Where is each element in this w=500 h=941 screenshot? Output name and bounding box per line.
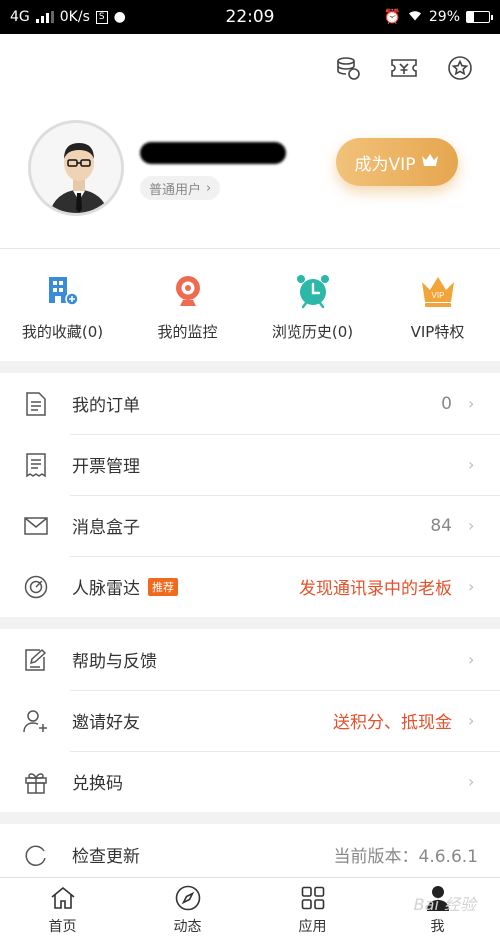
tab-feed[interactable]: 动态 <box>125 878 250 941</box>
quick-monitor[interactable]: 我的监控 <box>128 269 248 342</box>
chevron-right-icon: › <box>468 650 475 669</box>
menu-item-orders[interactable]: 我的订单 0 › <box>0 373 500 434</box>
chevron-right-icon: › <box>468 394 475 413</box>
avatar[interactable] <box>28 120 124 216</box>
menu-item-contact-radar[interactable]: 人脉雷达 推荐 发现通讯录中的老板 › <box>0 556 500 617</box>
tab-home[interactable]: 首页 <box>0 878 125 941</box>
alarm-icon: ⏰ <box>383 9 401 25</box>
grid-icon <box>299 884 327 912</box>
menu-item-invite-friends[interactable]: 邀请好友 送积分、抵现金 › <box>0 690 500 751</box>
network-type: 4G <box>10 9 30 25</box>
menu-item-redeem-code[interactable]: 兑换码 › <box>0 751 500 812</box>
sim-icon: S <box>95 10 108 24</box>
wifi-icon <box>407 8 423 26</box>
coins-icon[interactable] <box>334 54 362 82</box>
profile-header: 普通用户 › 成为VIP <box>0 34 500 249</box>
svg-text:VIP: VIP <box>431 291 444 300</box>
bottom-tab-bar: 首页 动态 应用 我 <box>0 877 500 941</box>
chevron-right-icon: › <box>468 577 475 596</box>
menu-group-system: 检查更新 当前版本：4.6.6.1 <box>0 824 500 885</box>
refresh-icon <box>22 841 50 869</box>
chevron-right-icon: › <box>468 711 475 730</box>
home-icon <box>49 884 77 912</box>
tab-me[interactable]: 我 <box>375 878 500 941</box>
become-vip-button[interactable]: 成为VIP <box>336 138 458 186</box>
chevron-right-icon: › <box>468 772 475 791</box>
user-icon <box>424 884 452 912</box>
ticket-icon[interactable] <box>390 54 418 82</box>
menu-group-account: 我的订单 0 › 开票管理 › 消息盒子 84 › 人脉雷达 推荐 发现通讯录中… <box>0 373 500 617</box>
radar-icon <box>22 573 50 601</box>
quick-history[interactable]: 浏览历史(0) <box>253 269 373 342</box>
crown-icon: VIP <box>378 269 498 313</box>
building-icon <box>3 269 123 313</box>
status-bar: 4G 0K/s S ● 22:09 ⏰ 29% <box>0 0 500 34</box>
chevron-right-icon: › <box>468 516 475 535</box>
star-icon[interactable] <box>446 54 474 82</box>
recommend-tag: 推荐 <box>148 577 178 596</box>
chat-icon: ● <box>113 9 126 25</box>
quick-actions: 我的收藏(0) 我的监控 浏览历史(0) VIP VIP特权 <box>0 249 500 361</box>
chevron-right-icon: › <box>468 455 475 474</box>
signal-icon <box>35 11 54 23</box>
tab-apps[interactable]: 应用 <box>250 878 375 941</box>
receipt-icon <box>22 451 50 479</box>
menu-group-support: 帮助与反馈 › 邀请好友 送积分、抵现金 › 兑换码 › <box>0 629 500 812</box>
gift-icon <box>22 768 50 796</box>
feedback-icon <box>22 646 50 674</box>
mail-icon <box>22 512 50 540</box>
compass-icon <box>174 884 202 912</box>
quick-vip[interactable]: VIP VIP特权 <box>378 269 498 342</box>
menu-item-help-feedback[interactable]: 帮助与反馈 › <box>0 629 500 690</box>
battery-icon <box>466 11 493 23</box>
chevron-right-icon: › <box>206 180 212 196</box>
menu-item-check-update[interactable]: 检查更新 当前版本：4.6.6.1 <box>0 824 500 885</box>
crown-icon <box>421 152 439 172</box>
alarm-clock-icon <box>253 269 373 313</box>
add-user-icon <box>22 707 50 735</box>
menu-item-messages[interactable]: 消息盒子 84 › <box>0 495 500 556</box>
network-speed: 0K/s <box>59 9 90 25</box>
quick-favorites[interactable]: 我的收藏(0) <box>3 269 123 342</box>
battery-percent: 29% <box>428 9 460 25</box>
document-icon <box>22 390 50 418</box>
username-redacted <box>140 142 286 164</box>
menu-item-invoices[interactable]: 开票管理 › <box>0 434 500 495</box>
webcam-icon <box>128 269 248 313</box>
user-level-badge[interactable]: 普通用户 › <box>140 176 221 200</box>
